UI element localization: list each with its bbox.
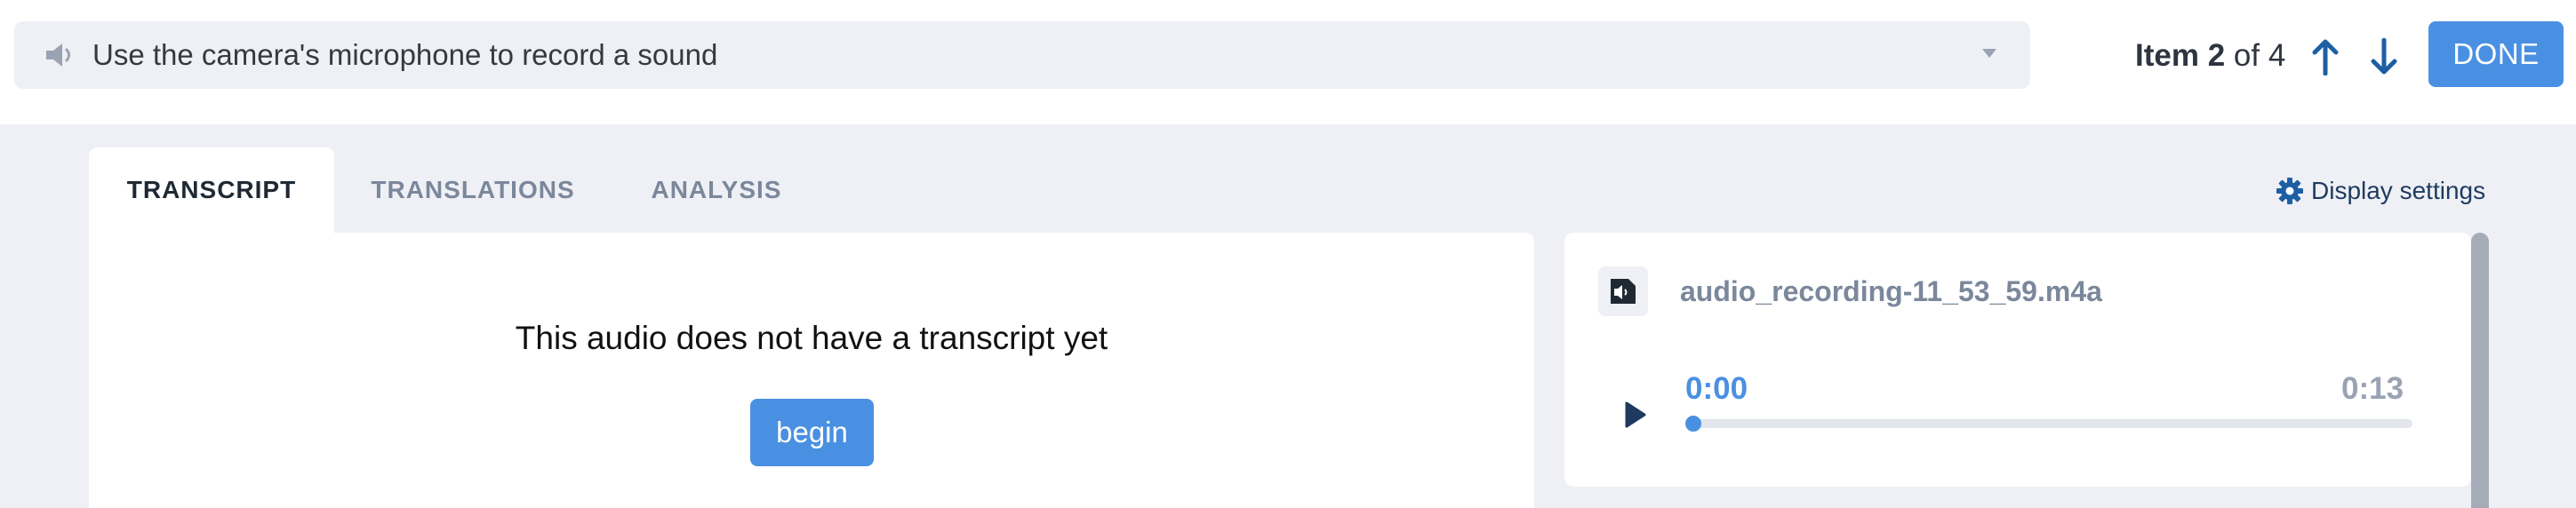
display-settings-link[interactable]: Display settings	[2276, 173, 2485, 209]
next-item-button[interactable]	[2366, 36, 2402, 78]
audio-progress-handle[interactable]	[1685, 416, 1701, 432]
tab-translations[interactable]: TRANSLATIONS	[352, 147, 594, 233]
chevron-down-icon	[1982, 49, 1996, 58]
current-time: 0:00	[1685, 371, 1748, 406]
audio-panel	[1564, 233, 2471, 487]
item-prefix: Item	[2135, 38, 2199, 73]
page: Use the camera's microphone to record a …	[0, 0, 2576, 508]
transcript-empty-message: This audio does not have a transcript ye…	[515, 320, 1108, 356]
audio-file-name: audio_recording-11_53_59.m4a	[1680, 275, 2102, 307]
item-counter: Item 2 of 4	[2135, 34, 2285, 78]
scrollbar[interactable]	[2471, 233, 2489, 508]
play-button[interactable]	[1620, 396, 1652, 433]
tab-transcript[interactable]: TRANSCRIPT	[89, 147, 334, 233]
total-time: 0:13	[2341, 371, 2404, 406]
arrow-down-icon	[2371, 38, 2397, 75]
gear-icon	[2276, 178, 2303, 204]
speaker-icon	[44, 42, 76, 68]
previous-item-button[interactable]	[2308, 36, 2343, 78]
done-button[interactable]: DONE	[2428, 21, 2564, 87]
audio-file-icon	[1598, 266, 1648, 316]
question-label: Use the camera's microphone to record a …	[92, 38, 718, 71]
display-settings-label: Display settings	[2311, 177, 2486, 204]
transcript-panel	[89, 233, 1534, 508]
question-select[interactable]: Use the camera's microphone to record a …	[14, 21, 2030, 89]
header-bar: Use the camera's microphone to record a …	[0, 0, 2576, 124]
play-icon	[1625, 401, 1646, 428]
begin-transcript-button[interactable]: begin	[750, 399, 874, 466]
arrow-up-icon	[2312, 39, 2339, 75]
item-current: 2	[2207, 38, 2226, 73]
tab-analysis[interactable]: ANALYSIS	[628, 147, 805, 233]
item-of: of 4	[2233, 38, 2286, 73]
audio-progress-track[interactable]	[1685, 419, 2412, 428]
